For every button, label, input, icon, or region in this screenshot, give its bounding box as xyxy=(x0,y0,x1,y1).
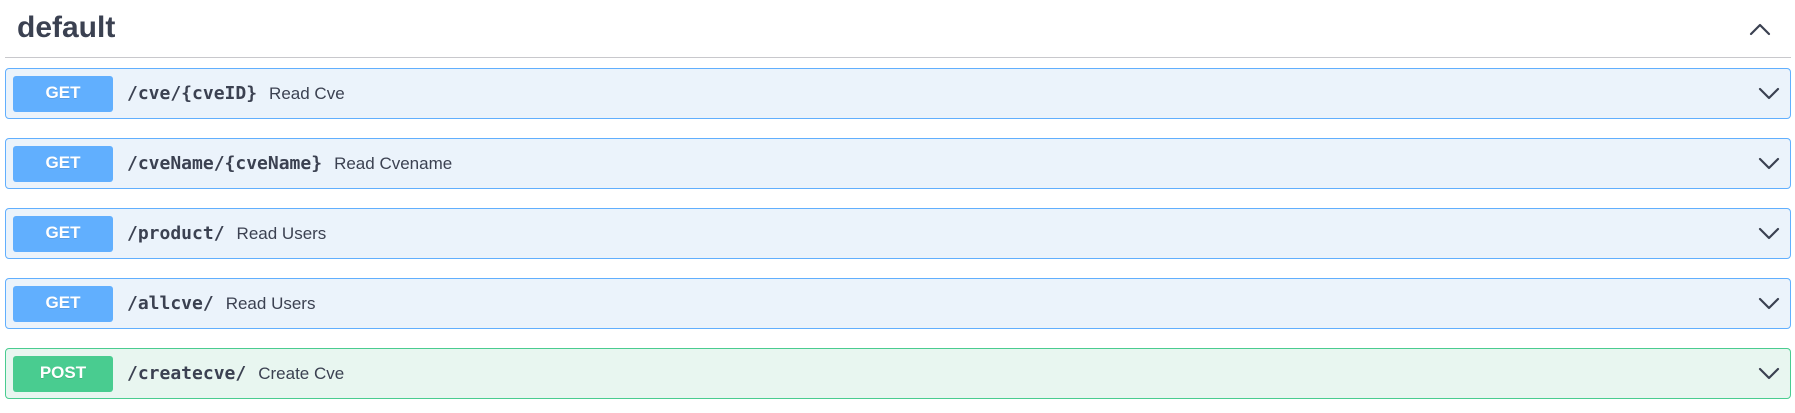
operation-path: /product/ xyxy=(127,223,225,244)
operation-post-createcve[interactable]: POST /createcve/Create Cve xyxy=(5,348,1791,399)
operation-path-line: /cveName/{cveName} Read Cvename xyxy=(127,139,452,188)
expand-operation-button[interactable] xyxy=(1752,146,1786,180)
operation-path: /cveName/{cveName} xyxy=(127,153,323,174)
chevron-down-icon xyxy=(1758,157,1780,170)
operation-path: /cve/{cveID} xyxy=(127,83,258,104)
operation-summary: Read Cve xyxy=(269,84,345,103)
method-badge: GET xyxy=(13,76,113,112)
operation-get-allcve[interactable]: GET /allcve/Read Users xyxy=(5,278,1791,329)
operation-path: /createcve/ xyxy=(127,363,247,384)
operation-path-line: /allcve/Read Users xyxy=(127,279,315,328)
chevron-up-icon xyxy=(1749,23,1771,36)
operation-summary: Read Users xyxy=(236,224,327,243)
operation-path-line: /cve/{cveID} Read Cve xyxy=(127,69,345,118)
method-badge: GET xyxy=(13,286,113,322)
operation-summary: Read Users xyxy=(225,294,316,313)
operation-get-cve-by-id[interactable]: GET /cve/{cveID} Read Cve xyxy=(5,68,1791,119)
chevron-down-icon xyxy=(1758,87,1780,100)
operation-path-line: /createcve/Create Cve xyxy=(127,349,344,398)
operation-path: /allcve/ xyxy=(127,293,214,314)
expand-operation-button[interactable] xyxy=(1752,76,1786,110)
chevron-down-icon xyxy=(1758,367,1780,380)
operation-path-line: /product/Read Users xyxy=(127,209,326,258)
section-title: default xyxy=(17,11,116,44)
section-header[interactable]: default xyxy=(5,0,1791,58)
collapse-section-button[interactable] xyxy=(1743,12,1777,46)
expand-operation-button[interactable] xyxy=(1752,216,1786,250)
method-badge: POST xyxy=(13,356,113,392)
expand-operation-button[interactable] xyxy=(1752,356,1786,390)
api-section-default: default GET /cve/{cveID} Read Cve GET /cv… xyxy=(0,0,1795,413)
chevron-down-icon xyxy=(1758,227,1780,240)
chevron-down-icon xyxy=(1758,297,1780,310)
method-badge: GET xyxy=(13,216,113,252)
operation-summary: Create Cve xyxy=(258,364,345,383)
operation-get-cve-by-name[interactable]: GET /cveName/{cveName} Read Cvename xyxy=(5,138,1791,189)
operation-get-product[interactable]: GET /product/Read Users xyxy=(5,208,1791,259)
method-badge: GET xyxy=(13,146,113,182)
operation-summary: Read Cvename xyxy=(334,154,453,173)
expand-operation-button[interactable] xyxy=(1752,286,1786,320)
